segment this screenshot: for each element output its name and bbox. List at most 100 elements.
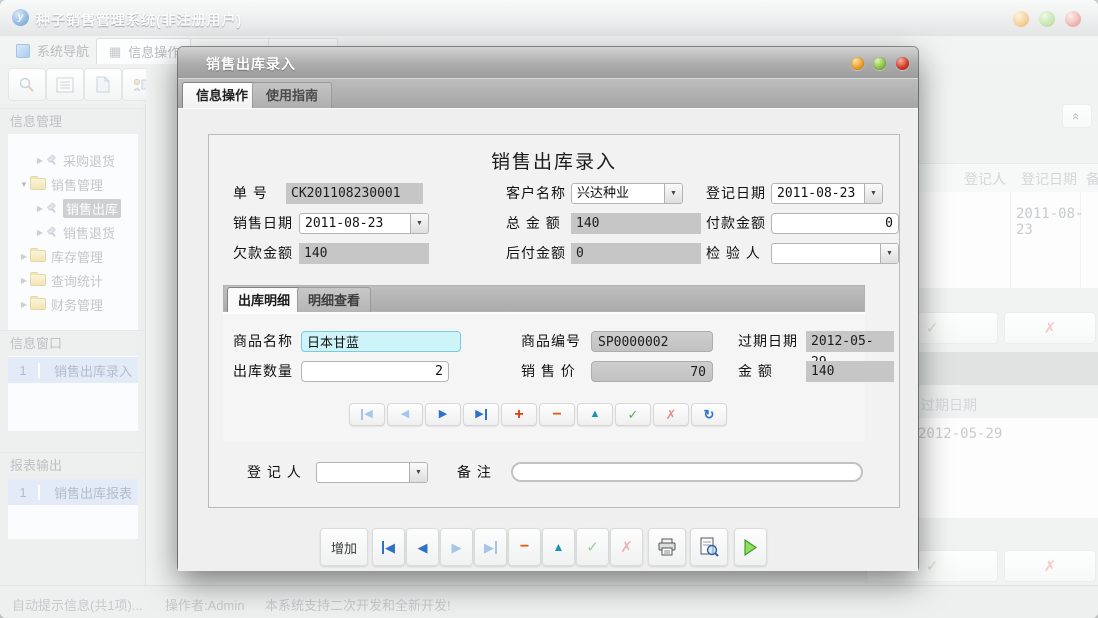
dialog-close-button[interactable] (896, 57, 909, 70)
dialog-maximize-button[interactable] (873, 57, 886, 70)
report-output-row[interactable]: 1 销售出库报表 (8, 479, 138, 505)
sidebar-section-info-mgmt[interactable]: 信息管理 (0, 108, 145, 134)
background-cancel-button-2[interactable]: ✗ (1004, 550, 1096, 582)
leaf-item-icon (46, 202, 58, 214)
detail-last-record-button[interactable]: ▶ (463, 403, 499, 426)
background-cancel-button[interactable]: ✗ (1004, 312, 1096, 344)
detail-refresh-button[interactable]: ↻ (691, 403, 727, 426)
minimize-button[interactable] (1013, 11, 1029, 27)
info-window-row[interactable]: 1 销售出库录入 (8, 357, 138, 383)
grid-header-remark: 备 (1086, 169, 1098, 189)
first-record-button[interactable]: ◀ (372, 528, 405, 566)
chevron-right-icon: ▶ (18, 252, 30, 261)
document-toolbar-button[interactable] (84, 68, 122, 101)
dialog-titlebar[interactable]: 销售出库录入 (178, 47, 918, 78)
dropdown-button[interactable]: ▼ (664, 184, 682, 203)
dialog-minimize-button[interactable] (851, 57, 864, 70)
report-toolbar-button[interactable] (46, 68, 84, 101)
reg-date-select[interactable]: 2011-08-23 ▼ (771, 183, 883, 204)
tree-item-sales-mgmt[interactable]: ▼ 销售管理 (8, 172, 138, 196)
delete-record-button[interactable]: − (508, 528, 541, 566)
confirm-record-button[interactable]: ✓ (576, 528, 609, 566)
dialog-tab-guide[interactable]: 使用指南 (252, 82, 332, 109)
detail-first-record-button[interactable]: ◀ (349, 403, 385, 426)
remarks-label: 备 注 (457, 462, 492, 483)
postpay-label: 后付金额 (506, 243, 566, 264)
detail-remove-button[interactable]: − (539, 403, 575, 426)
payment-amount-input[interactable] (771, 213, 899, 234)
cross-icon: ✗ (1044, 319, 1057, 337)
sale-price-field: 70 (591, 361, 713, 382)
detail-cancel-button[interactable]: ✗ (653, 403, 689, 426)
add-record-button[interactable]: 增加 (320, 528, 368, 566)
play-icon (743, 539, 758, 556)
dropdown-button[interactable]: ▼ (410, 214, 428, 233)
total-amount-field: 140 (571, 213, 701, 234)
dropdown-button[interactable]: ▼ (409, 463, 427, 482)
chevron-down-icon: ▼ (416, 220, 423, 227)
cancel-record-button[interactable]: ✗ (610, 528, 643, 566)
leaf-item-icon (46, 154, 58, 166)
tree-item-query-stats[interactable]: ▶ 查询统计 (8, 268, 138, 292)
tree-item-purchase-return[interactable]: ▶ 采购退货 (8, 148, 138, 172)
customer-select[interactable]: 兴达种业 ▼ (571, 183, 683, 204)
edit-record-button[interactable]: ▲ (542, 528, 575, 566)
tree-item-label: 库存管理 (51, 247, 103, 266)
tree-item-inventory-mgmt[interactable]: ▶ 库存管理 (8, 244, 138, 268)
row-index: 1 (8, 485, 40, 500)
dropdown-button[interactable]: ▼ (880, 244, 898, 263)
product-name-label: 商品名称 (233, 331, 293, 352)
remarks-input[interactable] (511, 462, 863, 482)
prev-record-button[interactable]: ◀ (406, 528, 439, 566)
print-button[interactable] (648, 528, 686, 566)
tree-item-sales-outbound[interactable]: ▶ 销售出库 (8, 196, 138, 220)
tab-system-nav[interactable]: 系统导航 (4, 38, 101, 63)
tree-item-finance-mgmt[interactable]: ▶ 财务管理 (8, 292, 138, 316)
sale-date-label: 销售日期 (233, 213, 293, 234)
next-record-button[interactable]: ▶ (440, 528, 473, 566)
tree-item-clipped[interactable] (8, 134, 138, 148)
dialog-title: 销售出库录入 (206, 54, 296, 74)
system-nav-icon (16, 44, 30, 58)
sidebar-section-report-output[interactable]: 报表输出 (0, 452, 145, 478)
detail-edit-button[interactable]: ▲ (577, 403, 613, 426)
folder-icon (30, 274, 46, 286)
detail-next-record-button[interactable]: ▶ (425, 403, 461, 426)
dialog-content: 销售出库录入 单 号 CK201108230001 客户名称 兴达种业 ▼ 登记… (178, 108, 918, 571)
grid-header-expiry: 过期日期 (921, 395, 977, 415)
quantity-input[interactable] (301, 361, 449, 382)
chevron-right-icon: ▶ (34, 228, 46, 237)
app-window: y 种子销售管理系统(非注册用户) 系统导航 ▦ 信息操作 (0, 0, 1098, 618)
search-toolbar-button[interactable] (8, 68, 46, 101)
maximize-button[interactable] (1039, 11, 1055, 27)
detail-tab-view[interactable]: 明细查看 (297, 287, 371, 313)
dialog-tab-info-operation[interactable]: 信息操作 (182, 82, 262, 109)
sale-price-label: 销 售 价 (521, 361, 576, 382)
payment-amount-label: 付款金额 (706, 213, 766, 234)
tree-item-label-selected: 销售出库 (63, 199, 121, 218)
detail-confirm-button[interactable]: ✓ (615, 403, 651, 426)
registrar-select[interactable]: ▼ (316, 462, 428, 483)
tree-item-label: 采购退货 (63, 151, 115, 170)
detail-tab-outbound[interactable]: 出库明细 (227, 287, 301, 313)
print-preview-button[interactable] (690, 528, 728, 566)
row-label: 销售出库录入 (40, 361, 132, 380)
sidebar-section-info-window[interactable]: 信息窗口 (0, 330, 145, 356)
dropdown-button[interactable]: ▼ (864, 184, 882, 203)
expiry-date-label: 过期日期 (738, 331, 798, 352)
tree-item-label: 销售退货 (63, 223, 115, 242)
last-record-button[interactable]: ▶ (474, 528, 507, 566)
tree-item-label: 销售管理 (51, 175, 103, 194)
tree-item-sales-return[interactable]: ▶ 销售退货 (8, 220, 138, 244)
check-icon: ✓ (586, 540, 599, 555)
product-name-input[interactable] (301, 331, 461, 352)
inspector-select[interactable]: ▼ (771, 243, 899, 264)
status-operator: 操作者:Admin (165, 595, 244, 614)
remove-icon: − (520, 539, 529, 555)
detail-prev-record-button[interactable]: ◀ (387, 403, 423, 426)
collapse-panel-button[interactable]: « (1062, 104, 1092, 128)
sale-date-select[interactable]: 2011-08-23 ▼ (299, 213, 429, 234)
detail-add-button[interactable]: + (501, 403, 537, 426)
close-button[interactable] (1065, 11, 1081, 27)
run-report-button[interactable] (734, 528, 767, 566)
